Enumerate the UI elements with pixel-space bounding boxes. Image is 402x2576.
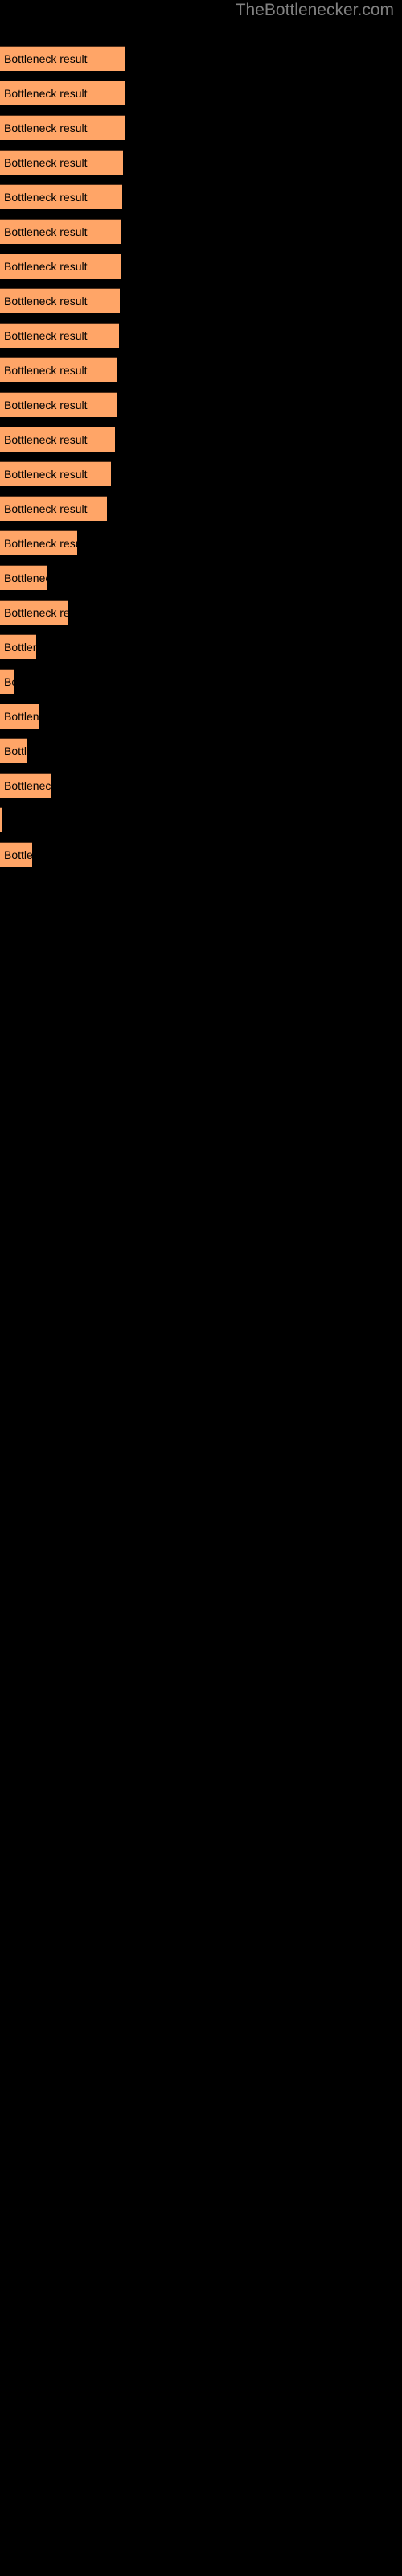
bar-bottleneck-result[interactable]: Bottleneck result (0, 773, 51, 798)
bar-bottleneck-result[interactable]: Bottleneck result (0, 254, 121, 279)
bar-label: Bottleneck result (4, 848, 32, 861)
bar-bottleneck-result[interactable]: Bottleneck result (0, 530, 77, 555)
bar-label: Bottleneck result (4, 710, 39, 723)
bar-bottleneck-result[interactable]: Bottleneck result (0, 461, 111, 486)
bar-label: Bottleneck result (4, 502, 88, 515)
bar-label: Bottleneck result (4, 641, 36, 654)
bar-bottleneck-result[interactable]: Bottleneck result (0, 738, 27, 763)
bar-label: Bottleneck result (4, 329, 88, 342)
bar-label: Bottleneck result (4, 122, 88, 134)
bar-bottleneck-result[interactable]: Bottleneck result (0, 46, 125, 71)
bar-bottleneck-result[interactable]: Bottleneck result (0, 357, 117, 382)
bar-bottleneck-result[interactable]: Bottleneck result (0, 288, 120, 313)
bar-bottleneck-result[interactable]: Bottleneck result (0, 807, 2, 832)
bar-bottleneck-result[interactable]: Bottleneck result (0, 323, 119, 348)
bar-label: Bottleneck result (4, 52, 88, 65)
bar-bottleneck-result[interactable]: Bottleneck result (0, 392, 117, 417)
bar-label: Bottleneck result (4, 468, 88, 481)
bar-label: Bottleneck result (4, 433, 88, 446)
bar-label: Bottleneck result (4, 745, 27, 758)
bar-label: Bottleneck result (4, 572, 47, 584)
bar-bottleneck-result[interactable]: Bottleneck result (0, 669, 14, 694)
bar-label: Bottleneck result (4, 260, 88, 273)
bar-bottleneck-result[interactable]: Bottleneck result (0, 427, 115, 452)
bar-bottleneck-result[interactable]: Bottleneck result (0, 704, 39, 729)
bar-bottleneck-result[interactable]: Bottleneck result (0, 842, 32, 867)
bar-bottleneck-result[interactable]: Bottleneck result (0, 634, 36, 659)
bar-label: Bottleneck result (4, 87, 88, 100)
bar-label: Bottleneck result (4, 364, 88, 377)
bar-label: Bottleneck result (4, 606, 68, 619)
bar-label: Bottleneck result (4, 295, 88, 308)
bar-bottleneck-result[interactable]: Bottleneck result (0, 219, 121, 244)
bar-label: Bottleneck result (4, 156, 88, 169)
bar-label: Bottleneck result (4, 537, 77, 550)
bar-label: Bottleneck result (4, 675, 14, 688)
bar-label: Bottleneck result (4, 191, 88, 204)
bar-bottleneck-result[interactable]: Bottleneck result (0, 496, 107, 521)
bar-bottleneck-result[interactable]: Bottleneck result (0, 565, 47, 590)
bar-bottleneck-result[interactable]: Bottleneck result (0, 80, 125, 105)
bar-label: Bottleneck result (4, 225, 88, 238)
bar-bottleneck-result[interactable]: Bottleneck result (0, 184, 122, 209)
bar-bottleneck-result[interactable]: Bottleneck result (0, 115, 125, 140)
bar-label: Bottleneck result (4, 398, 88, 411)
bar-bottleneck-result[interactable]: Bottleneck result (0, 600, 68, 625)
bar-bottleneck-result[interactable]: Bottleneck result (0, 150, 123, 175)
bar-label: Bottleneck result (4, 779, 51, 792)
bottleneck-bar-chart: Bottleneck result Bottleneck result Bottle… (0, 0, 402, 2576)
